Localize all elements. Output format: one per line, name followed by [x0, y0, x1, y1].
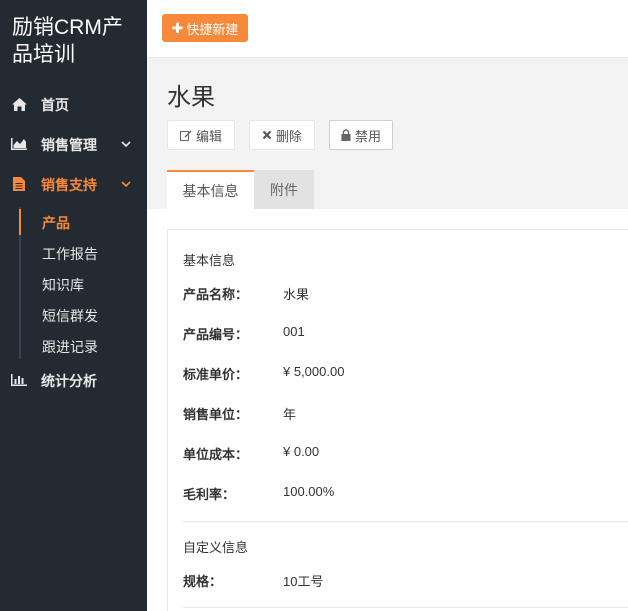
submenu-active-indicator — [19, 209, 21, 235]
field-value-product-code: 001 — [283, 324, 305, 339]
disable-button[interactable]: 禁用 — [329, 120, 393, 150]
submenu-item-sms-broadcast[interactable]: 短信群发 — [42, 306, 98, 326]
submenu-item-product[interactable]: 产品 — [42, 213, 70, 233]
bar-chart-icon — [11, 373, 27, 387]
divider — [183, 607, 628, 608]
sidebar-item-label: 销售管理 — [41, 137, 97, 153]
disable-label: 禁用 — [354, 128, 381, 144]
submenu-item-follow-up[interactable]: 跟进记录 — [42, 337, 98, 357]
submenu-sales-support: 产品 工作报告 知识库 短信群发 跟进记录 — [19, 207, 147, 359]
field-value-gross-margin: 100.00% — [283, 484, 335, 499]
page-header: 水果 编辑 删除 禁用 基本信息 附件 — [147, 59, 628, 209]
page-title: 水果 — [167, 84, 215, 111]
sidebar-item-sales-management[interactable]: 销售管理 — [0, 128, 147, 160]
document-icon — [11, 177, 27, 191]
quick-new-label: 快捷新建 — [186, 21, 239, 37]
app-brand: 励销CRM产品培训 — [12, 16, 123, 66]
plus-icon: ✚ — [171, 19, 184, 36]
close-icon — [262, 130, 272, 140]
delete-label: 删除 — [275, 128, 302, 144]
field-value-product-name: 水果 — [283, 287, 310, 302]
field-label: 销售单位： — [183, 407, 249, 422]
sidebar-item-sales-support[interactable]: 销售支持 — [0, 168, 147, 200]
field-value-spec: 10工号 — [283, 574, 324, 589]
sidebar-item-label: 销售支持 — [41, 177, 97, 193]
sidebar-item-home[interactable]: 首页 — [0, 88, 147, 120]
sidebar-item-label: 统计分析 — [41, 373, 97, 389]
tab-attachments[interactable]: 附件 — [254, 170, 314, 209]
quick-new-button[interactable]: ✚ 快捷新建 — [162, 14, 248, 42]
home-icon — [11, 97, 27, 111]
edit-icon — [179, 129, 192, 141]
field-label: 规格： — [183, 574, 223, 589]
sidebar-item-statistics[interactable]: 统计分析 — [0, 364, 147, 396]
field-label: 毛利率： — [183, 487, 236, 502]
chevron-down-icon — [121, 176, 131, 188]
field-label: 单位成本： — [183, 447, 249, 462]
tab-basic-info[interactable]: 基本信息 — [167, 170, 254, 209]
divider — [183, 521, 628, 522]
lock-icon — [341, 129, 351, 141]
field-value-standard-price: ¥ 5,000.00 — [283, 364, 345, 379]
edit-button[interactable]: 编辑 — [167, 120, 235, 150]
field-value-sales-unit: 年 — [283, 407, 297, 422]
area-chart-icon — [11, 137, 27, 151]
section-title-basic: 基本信息 — [183, 253, 236, 268]
delete-button[interactable]: 删除 — [249, 120, 315, 150]
chevron-down-icon — [121, 136, 131, 148]
edit-label: 编辑 — [195, 128, 222, 144]
field-label: 标准单价： — [183, 367, 249, 382]
section-title-custom: 自定义信息 — [183, 540, 249, 555]
field-label: 产品编号： — [183, 327, 249, 342]
top-bar: ✚ 快捷新建 — [147, 0, 628, 58]
submenu-item-work-report[interactable]: 工作报告 — [42, 244, 98, 264]
submenu-item-knowledge-base[interactable]: 知识库 — [42, 275, 84, 295]
field-value-unit-cost: ¥ 0.00 — [283, 444, 320, 459]
sidebar: 励销CRM产品培训 首页 销售管理 销售支持 产品 工作报告 知识库 短信群发 … — [0, 0, 147, 611]
field-label: 产品名称： — [183, 287, 249, 302]
sidebar-item-label: 首页 — [41, 97, 69, 113]
